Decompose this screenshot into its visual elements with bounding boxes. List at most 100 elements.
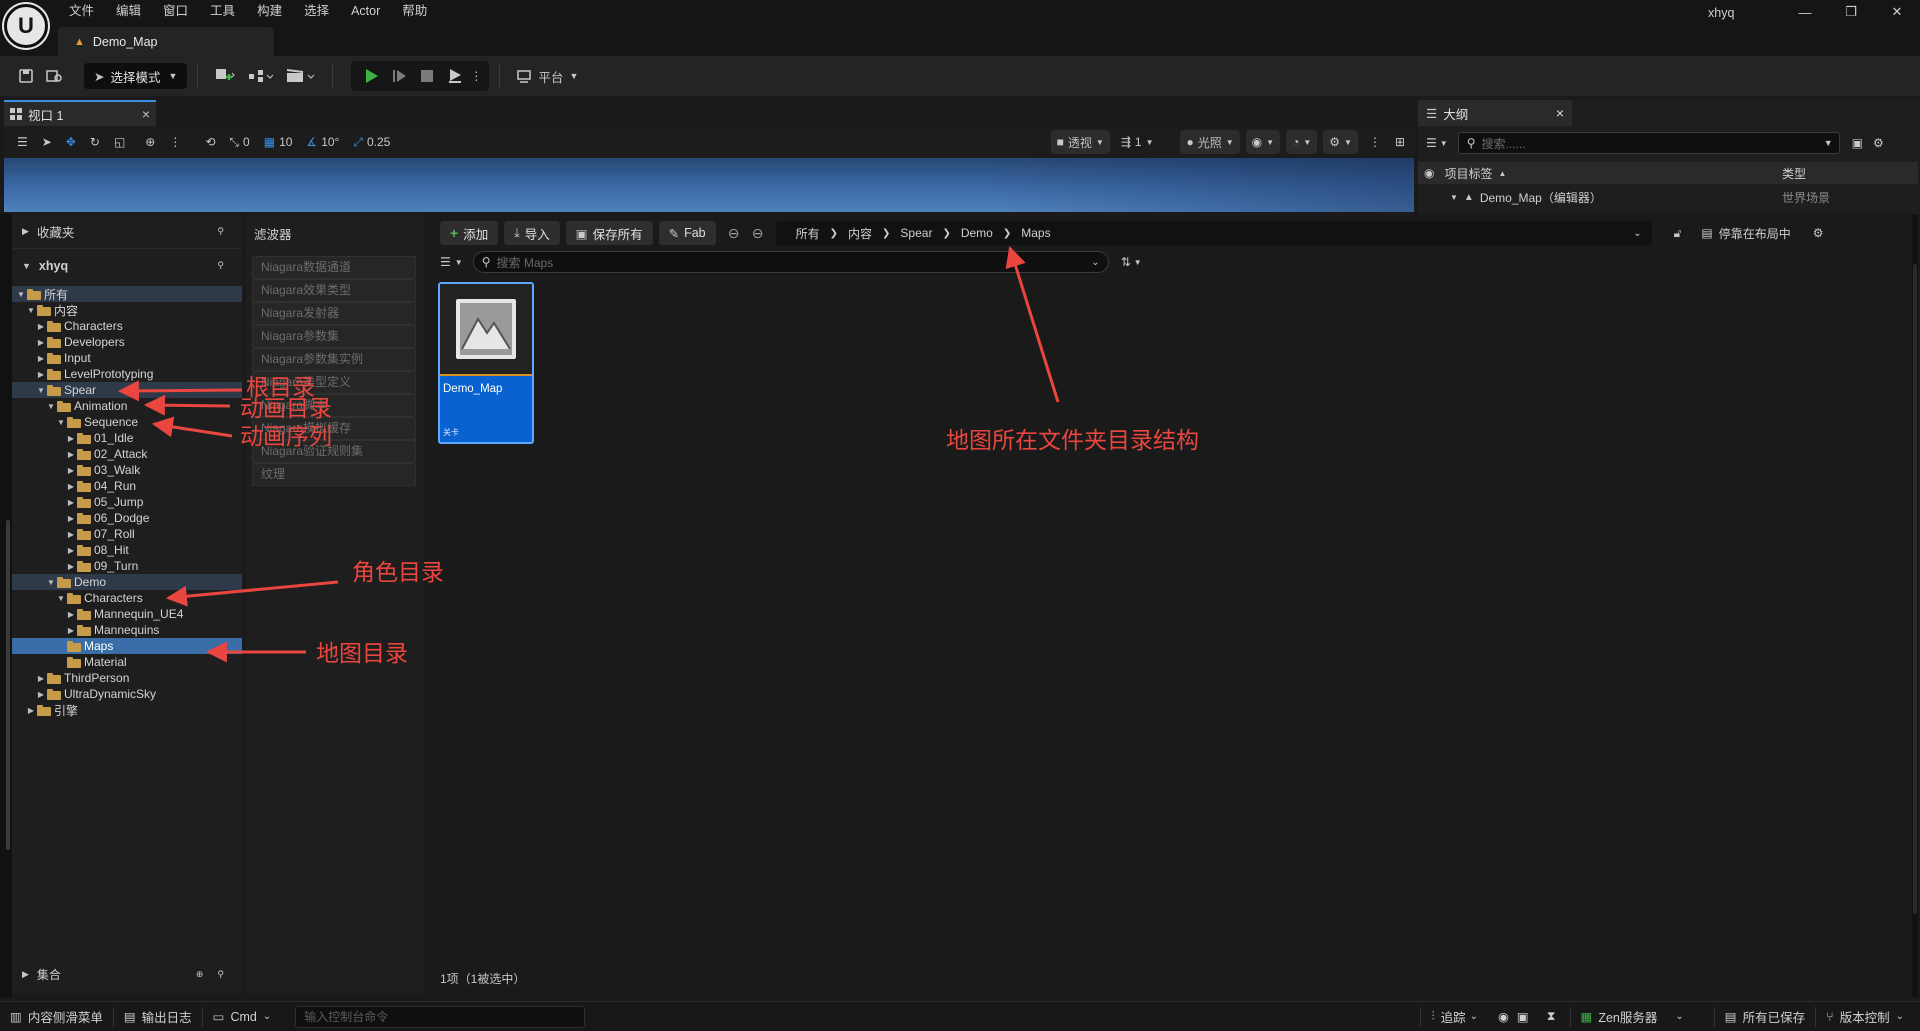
filter-item[interactable]: Niagara数据通道 [252, 256, 416, 279]
filter-item[interactable]: Niagara参数集实例 [252, 348, 416, 371]
save-icon[interactable] [12, 62, 40, 90]
output-log-button[interactable]: ▤ 输出日志 [114, 1002, 202, 1031]
folder-tree-item[interactable]: ▶ 03_Walk [12, 462, 242, 478]
folder-tree-item[interactable]: ▶ 04_Run [12, 478, 242, 494]
screenshot-icon[interactable]: ▣ [1513, 1002, 1533, 1031]
outliner-tab[interactable]: ☰ 大纲 × [1418, 100, 1572, 126]
menu-edit[interactable]: 编辑 [105, 0, 152, 22]
visibility-icon[interactable]: ◉ [1424, 166, 1434, 180]
trace-dropdown[interactable]: ⫶ 追踪 ⌄ [1421, 1002, 1494, 1031]
chevron-right-icon[interactable]: ▶ [66, 434, 76, 443]
folder-tree-item[interactable]: ▶ UltraDynamicSky [12, 686, 242, 702]
filter-item[interactable]: Niagara发射器 [252, 302, 416, 325]
chevron-right-icon[interactable]: ▶ [66, 514, 76, 523]
select-mode-dropdown[interactable]: ➤ 选择模式 ▼ [84, 63, 188, 89]
console-input[interactable]: 输入控制台命令 [295, 1005, 586, 1028]
add-actor-icon[interactable] [208, 62, 242, 90]
select-tool-icon[interactable]: ➤ [37, 130, 57, 154]
chevron-down-icon[interactable]: ▼ [1440, 139, 1448, 148]
folder-tree-item[interactable]: ▶ Mannequins [12, 622, 242, 638]
menu-help[interactable]: 帮助 [391, 0, 438, 22]
location-snap-toggle[interactable]: ▦ 10 [259, 130, 298, 154]
stop-icon[interactable] [413, 62, 441, 90]
chevron-right-icon[interactable]: ▶ [36, 354, 46, 363]
folder-tree-item[interactable]: ▼ Animation [12, 398, 242, 414]
chevron-right-icon[interactable]: ▶ [36, 338, 46, 347]
folder-tree-item[interactable]: ▼ 内容 [12, 302, 242, 318]
play-options-icon[interactable]: ⋮ [469, 62, 483, 90]
close-icon[interactable]: × [142, 106, 150, 122]
chevron-right-icon[interactable]: ▶ [66, 626, 76, 635]
scrollbar-thumb[interactable] [1913, 264, 1917, 914]
chevron-right-icon[interactable]: ▶ [66, 482, 76, 491]
rotate-tool-icon[interactable]: ↻ [85, 130, 105, 154]
history-forward-icon[interactable]: ⊖ [746, 221, 770, 245]
chevron-down-icon[interactable]: ▼ [1134, 258, 1142, 267]
history-back-icon[interactable]: ⊖ [722, 221, 746, 245]
play-icon[interactable] [357, 62, 385, 90]
menu-select[interactable]: 选择 [293, 0, 340, 22]
gear-icon[interactable]: ⚙ [1813, 226, 1824, 240]
performance-dropdown[interactable]: ◔ ▼ [1286, 130, 1318, 154]
folder-tree-item[interactable]: ▶ ThirdPerson [12, 670, 242, 686]
folder-tree-item[interactable]: ▼ Demo [12, 574, 242, 590]
viewport-tab[interactable]: 视口 1 × [4, 100, 156, 126]
viewport-menu-icon[interactable]: ☰ [12, 130, 33, 154]
menu-window[interactable]: 窗口 [152, 0, 199, 22]
hourglass-icon[interactable]: ⧗ [1533, 1002, 1570, 1031]
move-tool-icon[interactable]: ✥ [61, 130, 81, 154]
chevron-down-icon[interactable]: ▼ [56, 594, 66, 603]
menu-file[interactable]: 文件 [58, 0, 105, 22]
chevron-right-icon[interactable]: ▶ [66, 530, 76, 539]
sort-icon[interactable]: ⇅ [1121, 255, 1131, 269]
breadcrumb-content[interactable]: 内容 [838, 225, 882, 242]
surface-snapping-toggle[interactable]: ⟲ [200, 130, 220, 154]
rotation-snap-toggle[interactable]: ∡ 10° [301, 130, 344, 154]
collections-header[interactable]: ▶ 集合 ⊕ ⚲ [12, 956, 242, 992]
minimize-icon[interactable]: — [1782, 0, 1828, 24]
more-options-icon[interactable]: ⋮ [1364, 130, 1386, 154]
step-icon[interactable] [385, 62, 413, 90]
surface-snap-icon[interactable]: ⋮ [164, 130, 186, 154]
chevron-down-icon[interactable]: ▼ [36, 386, 46, 395]
menu-tools[interactable]: 工具 [199, 0, 246, 22]
menu-build[interactable]: 构建 [246, 0, 293, 22]
chevron-right-icon[interactable]: ▶ [36, 370, 46, 379]
settings-dropdown[interactable]: ⚙ ▼ [1323, 130, 1358, 154]
breadcrumb-all[interactable]: 所有 [786, 225, 830, 242]
fab-button[interactable]: ✎ Fab [658, 221, 716, 245]
column-item-label[interactable]: 项目标签 [1444, 165, 1492, 182]
chevron-right-icon[interactable]: ▶ [36, 322, 46, 331]
zen-server-dropdown[interactable]: ▦ Zen服务器 ⌄ [1571, 1002, 1700, 1031]
root-header[interactable]: ▼ xhyq ⚲ [12, 248, 242, 282]
add-button[interactable]: + 添加 [440, 221, 499, 245]
folder-tree-item[interactable]: ▶ Mannequin_UE4 [12, 606, 242, 622]
chevron-right-icon[interactable]: ▶ [66, 450, 76, 459]
chevron-down-icon[interactable]: ▼ [46, 578, 56, 587]
breadcrumb-demo[interactable]: Demo [951, 226, 1003, 240]
folder-tree-item[interactable]: ▶ 07_Roll [12, 526, 242, 542]
folder-tree-item[interactable]: ▶ 09_Turn [12, 558, 242, 574]
chevron-right-icon[interactable]: ▶ [36, 674, 46, 683]
chevron-right-icon[interactable]: ▶ [26, 706, 36, 715]
lock-icon[interactable]: 🔓︎ [1674, 226, 1682, 241]
chevron-right-icon[interactable]: ▶ [66, 466, 76, 475]
folder-tree-item[interactable]: ▶ 06_Dodge [12, 510, 242, 526]
document-tab[interactable]: ▲ Demo_Map [58, 27, 274, 56]
eject-icon[interactable] [441, 62, 469, 90]
platform-dropdown[interactable]: 平台 ▼ [510, 62, 584, 90]
dock-in-layout-button[interactable]: ▤ 停靠在布局中 [1701, 225, 1790, 242]
breadcrumb-maps[interactable]: Maps [1011, 226, 1060, 240]
folder-tree-item[interactable]: ▶ Characters [12, 318, 242, 334]
gear-icon[interactable]: ⚙ [1873, 136, 1884, 150]
folder-tree-item[interactable]: ▼ 所有 [12, 286, 242, 302]
folder-tree-item[interactable]: Maps [12, 638, 242, 654]
asset-tile[interactable]: Demo_Map 关卡 [438, 282, 534, 444]
chevron-right-icon[interactable]: ▶ [66, 498, 76, 507]
import-button[interactable]: ⤓ 导入 [504, 221, 560, 245]
chevron-down-icon[interactable]: ⌄ [1633, 228, 1641, 239]
restore-icon[interactable]: ❐ [1828, 0, 1874, 24]
save-all-button[interactable]: ▣ 保存所有 [565, 221, 653, 245]
close-icon[interactable]: ✕ [1874, 0, 1920, 24]
all-saved-button[interactable]: ▤ 所有已保存 [1715, 1002, 1815, 1031]
